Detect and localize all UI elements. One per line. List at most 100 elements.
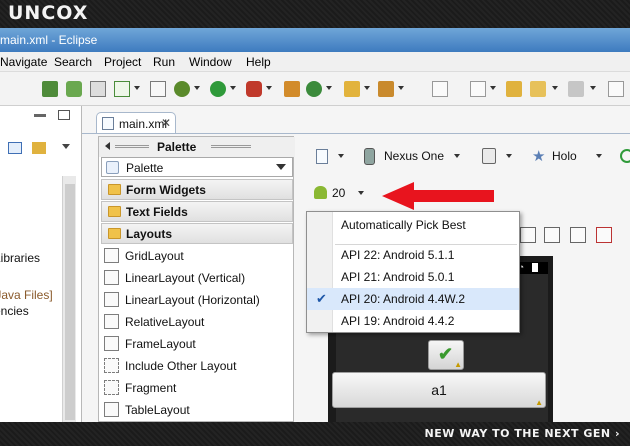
palette-selector[interactable]: Palette [101,157,293,177]
collapse-all-icon[interactable] [8,142,22,154]
palette-item-relativelayout[interactable]: RelativeLayout [101,311,293,333]
zoom-actual-icon[interactable] [544,227,560,243]
include-layout-icon [104,358,119,373]
folder-icon [108,228,121,239]
chevron-down-icon[interactable] [276,164,286,170]
zoom-out-icon[interactable] [596,227,612,243]
tree-item-libraries[interactable]: Libraries [0,251,40,265]
chevron-down-icon[interactable] [326,86,332,90]
chevron-down-icon[interactable] [230,86,236,90]
tab-label: main.xml [119,117,168,131]
palette-header: Palette [99,137,295,157]
folder-icon [108,184,121,195]
chevron-down-icon[interactable] [552,86,558,90]
palette-item-label: Fragment [125,381,177,395]
back-arrow-icon[interactable] [530,81,546,97]
drag-grip-icon [211,145,251,148]
zoom-in-icon[interactable] [570,227,586,243]
minimize-icon[interactable] [34,114,46,117]
tab-main-xml[interactable]: main.xml ✕ [96,112,176,134]
menu-item-api-21[interactable]: API 21: Android 5.0.1 [307,266,519,288]
perspective-icon[interactable] [608,81,624,97]
palette-item-linearlayout-vertical[interactable]: LinearLayout (Vertical) [101,267,293,289]
scrollbar-thumb[interactable] [65,184,75,420]
menu-project[interactable]: Project [104,55,141,69]
menu-window[interactable]: Window [189,55,232,69]
chevron-down-icon[interactable] [364,86,370,90]
category-label: Form Widgets [126,183,206,197]
checkbox-icon[interactable] [114,81,130,97]
android-sdk-icon[interactable] [66,81,82,97]
open-folder-icon[interactable] [344,81,360,97]
palette-item-tablelayout[interactable]: TableLayout [101,399,293,421]
chevron-down-icon[interactable] [358,191,364,195]
category-text-fields[interactable]: Text Fields [101,201,293,222]
menu-item-api-20[interactable]: ✔ API 20: Android 4.4W.2 [307,288,519,310]
new-file-icon[interactable] [150,81,166,97]
maximize-icon[interactable] [58,110,70,120]
chevron-down-icon[interactable] [454,154,460,158]
tree-item-dependencies[interactable]: encies [0,304,29,318]
palette-item-fragment[interactable]: Fragment [101,377,293,399]
menu-help[interactable]: Help [246,55,271,69]
chevron-down-icon[interactable] [398,86,404,90]
chevron-down-icon[interactable] [266,86,272,90]
collapse-arrow-icon[interactable] [105,142,110,150]
palette-item-include-other-layout[interactable]: Include Other Layout [101,355,293,377]
linear-layout-vertical-icon [104,270,119,285]
device-selector[interactable]: Nexus One [384,149,444,163]
menu-navigate[interactable]: Navigate [0,55,47,69]
pencil-icon[interactable] [378,81,394,97]
theme-star-icon: ★ [532,148,546,165]
new-class-icon[interactable] [306,81,322,97]
last-edit-icon[interactable] [506,81,522,97]
next-annotation-icon[interactable] [470,81,486,97]
palette-item-label: Include Other Layout [125,359,237,373]
chevron-down-icon[interactable] [596,154,602,158]
category-layouts[interactable]: Layouts [101,223,293,244]
orientation-icon[interactable] [482,148,496,164]
palette-item-gridlayout[interactable]: GridLayout [101,245,293,267]
chevron-down-icon[interactable] [590,86,596,90]
chevron-down-icon[interactable] [194,86,200,90]
brand-banner-top: UNCOX [0,0,630,28]
relative-layout-icon [104,314,119,329]
external-tools-icon[interactable] [246,81,262,97]
menu-run[interactable]: Run [153,55,175,69]
package-icon[interactable] [284,81,300,97]
chevron-down-icon[interactable] [338,154,344,158]
palette-item-linearlayout-horizontal[interactable]: LinearLayout (Horizontal) [101,289,293,311]
theme-selector[interactable]: Holo [552,149,577,163]
vertical-scrollbar[interactable] [62,176,76,422]
activity-icon[interactable] [620,149,630,163]
disable-icon[interactable] [90,81,106,97]
tree-item-java-files[interactable]: [Java Files] [0,288,53,302]
grid-layout-icon [104,248,119,263]
download-icon[interactable] [42,81,58,97]
red-arrow-annotation-icon [382,182,494,210]
palette-item-framelayout[interactable]: FrameLayout [101,333,293,355]
palette-item-label: GridLayout [125,249,184,263]
link-editor-icon[interactable] [32,142,46,154]
annotation-icon[interactable] [432,81,448,97]
category-form-widgets[interactable]: Form Widgets [101,179,293,200]
chevron-down-icon[interactable] [506,154,512,158]
layout-file-icon[interactable] [316,149,328,164]
forward-arrow-icon[interactable] [568,81,584,97]
close-tab-icon[interactable]: ✕ [161,116,171,130]
zoom-fit-icon[interactable] [520,227,536,243]
preview-a1-button[interactable]: a1 ▲ [332,372,546,408]
menu-item-label: API 20: Android 4.4W.2 [341,292,466,306]
brand-banner-bottom: NEW WAY TO THE NEXT GEN › [0,422,630,446]
debug-bug-icon[interactable] [174,81,190,97]
menu-item-api-19[interactable]: API 19: Android 4.4.2 [307,310,519,332]
menu-search[interactable]: Search [54,55,92,69]
run-icon[interactable] [210,81,226,97]
chevron-down-icon[interactable] [490,86,496,90]
preview-check-button[interactable]: ✔ ▲ [428,340,464,370]
chevron-down-icon[interactable] [134,86,140,90]
folder-icon [108,206,121,217]
menu-item-api-22[interactable]: API 22: Android 5.1.1 [307,244,519,266]
view-menu-icon[interactable] [62,144,70,149]
menu-item-auto-pick[interactable]: Automatically Pick Best [307,214,519,236]
